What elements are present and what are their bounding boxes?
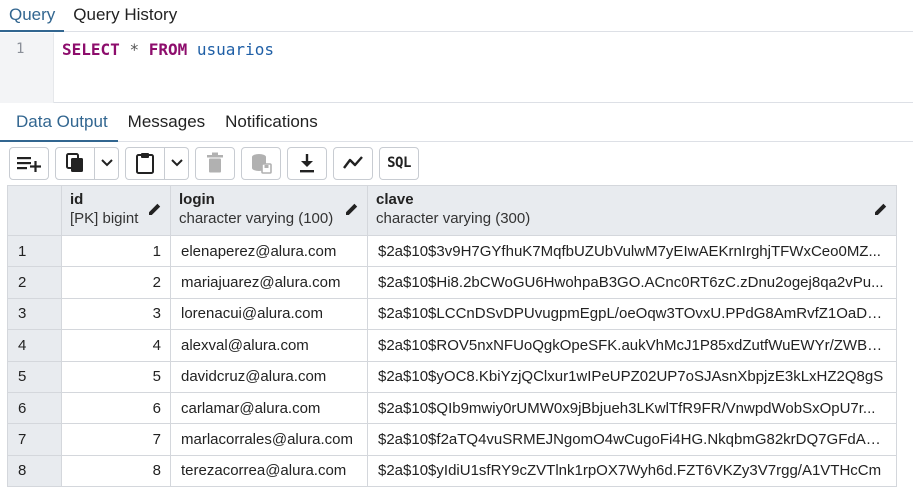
line-gutter: 1 <box>0 33 54 103</box>
table-row[interactable]: 7 7 marlacorrales@alura.com $2a$10$f2aTQ… <box>7 423 897 456</box>
cell-id[interactable]: 7 <box>61 423 171 456</box>
copy-options-dropdown[interactable] <box>95 146 119 180</box>
add-row-icon <box>17 157 41 172</box>
pencil-icon[interactable] <box>345 202 359 216</box>
cell-clave[interactable]: $2a$10$Hi8.2bCWoGU6HwohpaB3GO.ACnc0RT6zC… <box>367 266 897 299</box>
row-number[interactable]: 3 <box>7 297 62 331</box>
column-type: character varying (300) <box>376 210 531 227</box>
sql-icon: SQL <box>387 155 411 171</box>
column-header-login[interactable]: login character varying (100) <box>170 185 368 236</box>
table-row[interactable]: 3 3 lorenacui@alura.com $2a$10$LCCnDSvDP… <box>7 297 897 331</box>
grid-header-row: id [PK] bigint login character varying (… <box>7 185 897 236</box>
table-identifier: usuarios <box>196 40 274 59</box>
paste-options-dropdown[interactable] <box>165 146 189 180</box>
output-tab-bar: Data Output Messages Notifications <box>0 104 913 142</box>
keyword-select: SELECT <box>62 40 120 59</box>
cell-clave[interactable]: $2a$10$3v9H7GYfhuK7MqfbUZUbVulwM7yEIwAEK… <box>367 234 897 268</box>
cell-login[interactable]: lorenacui@alura.com <box>170 297 368 331</box>
pencil-icon[interactable] <box>148 202 162 216</box>
table-row[interactable]: 1 1 elenaperez@alura.com $2a$10$3v9H7GYf… <box>7 234 897 268</box>
table-row[interactable]: 2 2 mariajuarez@alura.com $2a$10$Hi8.2bC… <box>7 266 897 299</box>
cell-login[interactable]: carlamar@alura.com <box>170 391 368 425</box>
graph-visualiser-button[interactable] <box>333 146 373 180</box>
table-row[interactable]: 8 8 terezacorrea@alura.com $2a$10$yIdiU1… <box>7 454 897 488</box>
tab-data-output[interactable]: Data Output <box>0 103 118 142</box>
cell-clave[interactable]: $2a$10$QIb9mwiy0rUMW0x9jBbjueh3LKwlTfR9F… <box>367 391 897 425</box>
cell-login[interactable]: marlacorrales@alura.com <box>170 423 368 456</box>
save-data-icon <box>252 154 272 174</box>
keyword-from: FROM <box>148 40 188 59</box>
tab-notifications[interactable]: Notifications <box>215 103 328 141</box>
row-number[interactable]: 1 <box>7 234 62 268</box>
query-tab-bar: Query Query History <box>0 0 913 32</box>
tab-query-history[interactable]: Query History <box>64 0 186 31</box>
row-number[interactable]: 4 <box>7 329 62 362</box>
data-output-toolbar: SQL <box>0 143 913 183</box>
cell-clave[interactable]: $2a$10$yOC8.KbiYzjQClxur1wIPeUPZ02UP7oSJ… <box>367 360 897 393</box>
delete-button[interactable] <box>195 146 235 180</box>
add-row-button[interactable] <box>9 146 49 180</box>
paste-icon <box>136 153 154 174</box>
column-type: character varying (100) <box>179 210 334 227</box>
results-grid: id [PK] bigint login character varying (… <box>7 185 897 488</box>
chevron-down-icon <box>170 159 183 167</box>
pencil-icon[interactable] <box>874 202 888 216</box>
row-number[interactable]: 5 <box>7 360 62 393</box>
cell-login[interactable]: alexval@alura.com <box>170 329 368 362</box>
column-header-id[interactable]: id [PK] bigint <box>61 185 171 236</box>
sql-code-line[interactable]: SELECT * FROM usuarios <box>62 40 274 59</box>
cell-id[interactable]: 2 <box>61 266 171 299</box>
operator-star: * <box>129 40 140 59</box>
cell-login[interactable]: terezacorrea@alura.com <box>170 454 368 488</box>
row-number[interactable]: 2 <box>7 266 62 299</box>
paste-button[interactable] <box>125 146 165 180</box>
cell-id[interactable]: 4 <box>61 329 171 362</box>
cell-clave[interactable]: $2a$10$f2aTQ4vuSRMEJNgomO4wCugoFi4HG.Nkq… <box>367 423 897 456</box>
cell-login[interactable]: davidcruz@alura.com <box>170 360 368 393</box>
copy-icon <box>66 153 83 172</box>
delete-icon <box>207 152 223 173</box>
column-name: login <box>179 191 215 208</box>
table-row[interactable]: 5 5 davidcruz@alura.com $2a$10$yOC8.KbiY… <box>7 360 897 393</box>
cell-id[interactable]: 5 <box>61 360 171 393</box>
graph-icon <box>343 156 363 169</box>
row-number[interactable]: 7 <box>7 423 62 456</box>
download-button[interactable] <box>287 146 327 180</box>
copy-button[interactable] <box>55 146 95 180</box>
row-number[interactable]: 8 <box>7 454 62 488</box>
copy-button-group <box>55 146 119 180</box>
save-data-button[interactable] <box>241 146 281 180</box>
cell-clave[interactable]: $2a$10$ROV5nxNFUoQgkOpeSFK.aukVhMcJ1P85x… <box>367 329 897 362</box>
row-number-header[interactable] <box>7 185 62 236</box>
cell-login[interactable]: mariajuarez@alura.com <box>170 266 368 299</box>
cell-id[interactable]: 1 <box>61 234 171 268</box>
cell-clave[interactable]: $2a$10$yIdiU1sfRY9cZVTlnk1rpOX7Wyh6d.FZT… <box>367 454 897 488</box>
tab-messages[interactable]: Messages <box>118 103 215 141</box>
cell-clave[interactable]: $2a$10$LCCnDSvDPUvugpmEgpL/oeOqw3TOvxU.P… <box>367 297 897 331</box>
row-number[interactable]: 6 <box>7 391 62 425</box>
cell-id[interactable]: 8 <box>61 454 171 488</box>
cell-id[interactable]: 3 <box>61 297 171 331</box>
column-header-clave[interactable]: clave character varying (300) <box>367 185 897 236</box>
table-row[interactable]: 6 6 carlamar@alura.com $2a$10$QIb9mwiy0r… <box>7 391 897 425</box>
paste-button-group <box>125 146 189 180</box>
sql-button[interactable]: SQL <box>379 146 419 180</box>
line-number: 1 <box>16 41 25 57</box>
tab-query[interactable]: Query <box>0 0 65 32</box>
column-name: clave <box>376 191 414 208</box>
download-icon <box>300 154 314 173</box>
cell-login[interactable]: elenaperez@alura.com <box>170 234 368 268</box>
table-row[interactable]: 4 4 alexval@alura.com $2a$10$ROV5nxNFUoQ… <box>7 329 897 362</box>
chevron-down-icon <box>100 159 113 167</box>
sql-editor[interactable]: 1 SELECT * FROM usuarios <box>0 33 913 103</box>
cell-id[interactable]: 6 <box>61 391 171 425</box>
